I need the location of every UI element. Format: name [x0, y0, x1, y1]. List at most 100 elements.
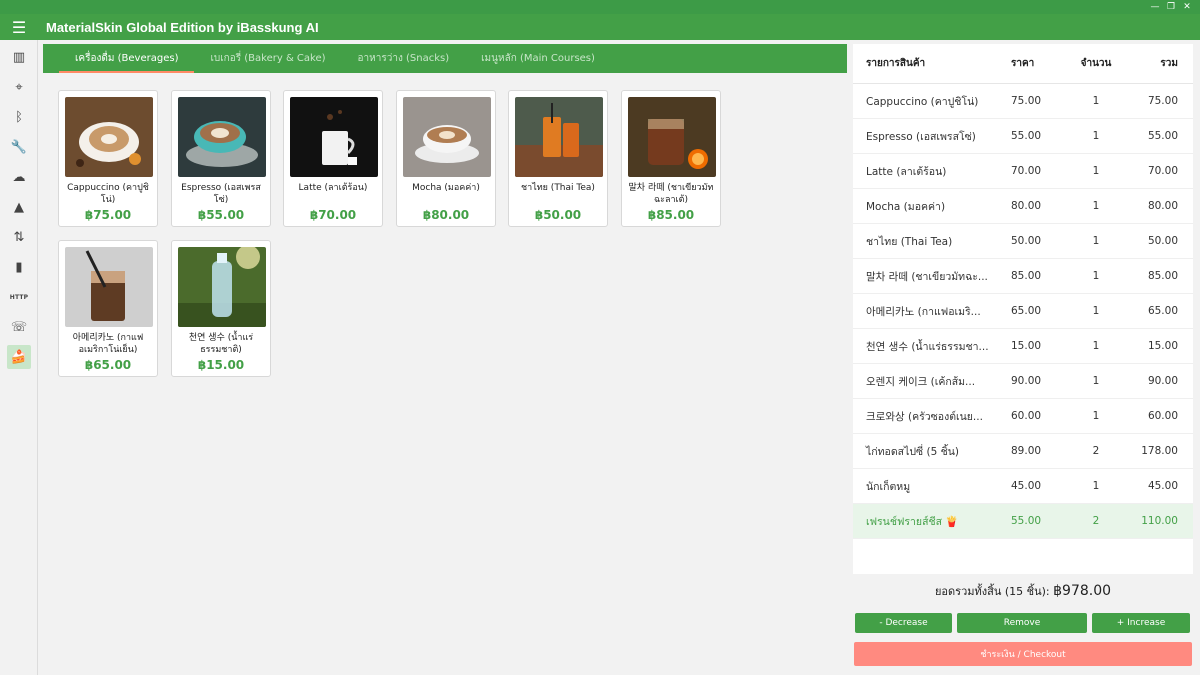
product-image [65, 247, 153, 327]
row-name: ชาไทย (Thai Tea) [866, 235, 953, 248]
row-total: 110.00 [1141, 515, 1178, 527]
product-image [515, 97, 603, 177]
table-row[interactable]: ชาไทย (Thai Tea) 50.00 1 50.00 [853, 224, 1193, 259]
product-price: ฿65.00 [84, 358, 132, 372]
cloud-upload-icon[interactable]: ☁ [0, 162, 38, 192]
table-row[interactable]: เฟรนช์ฟรายส์ชีส 🍟 55.00 2 110.00 [853, 504, 1193, 539]
table-row[interactable]: ไก่ทอดสไปซี่ (5 ชิ้น) 89.00 2 178.00 [853, 434, 1193, 469]
wrench-icon[interactable]: 🔧 [0, 132, 38, 162]
tab-0[interactable]: เครื่องดื่ม (Beverages) [59, 44, 195, 73]
row-total: 80.00 [1147, 200, 1178, 212]
row-qty: 1 [1092, 165, 1100, 177]
row-name: ไก่ทอดสไปซี่ (5 ชิ้น) [866, 445, 960, 458]
table-row[interactable]: 오렌지 케이크 (เค้กส้ม... 90.00 1 90.00 [853, 364, 1193, 399]
maximize-button[interactable]: ❐ [1164, 1, 1178, 13]
row-total: 65.00 [1147, 305, 1178, 317]
phone-icon[interactable]: ☏ [0, 312, 38, 342]
warning-icon-glyph: ▲ [14, 199, 24, 215]
minimize-button[interactable]: — [1148, 1, 1162, 13]
tab-1[interactable]: เบเกอรี่ (Bakery & Cake) [194, 44, 341, 73]
remove-button[interactable]: Remove [957, 613, 1087, 633]
product-image [178, 247, 266, 327]
row-price: 80.00 [1011, 200, 1042, 212]
row-name: 천연 생수 (น้ำแร่ธรรมชา... [866, 340, 989, 353]
table-row[interactable]: 크로와상 (ครัวซองต์เนย... 60.00 1 60.00 [853, 399, 1193, 434]
warning-icon[interactable]: ▲ [0, 192, 38, 222]
product-name: 천연 생수 (น้ำแร่ธรรมชาติ) [188, 333, 254, 355]
header-name: รายการสินค้า [866, 58, 926, 69]
bookmark-icon[interactable]: ▮ [0, 252, 38, 282]
table-row[interactable]: Mocha (มอคค่า) 80.00 1 80.00 [853, 189, 1193, 224]
tab-3[interactable]: เมนูหลัก (Main Courses) [465, 44, 611, 73]
product-card[interactable]: Latte (ลาเต้ร้อน) ฿70.00 [283, 90, 383, 227]
row-name: Cappuccino (คาปูชิโน่) [866, 95, 979, 108]
bluetooth-icon[interactable]: ᛒ [0, 102, 38, 132]
gps-icon[interactable]: ⌖ [0, 72, 38, 102]
decrease-button[interactable]: - Decrease [855, 613, 952, 633]
cart-summary: ยอดรวมทั้งสิ้น (15 ชิ้น): ฿978.00 [853, 582, 1193, 600]
bluetooth-icon-glyph: ᛒ [15, 109, 23, 125]
product-card[interactable]: 천연 생수 (น้ำแร่ธรรมชาติ) ฿15.00 [171, 240, 271, 377]
product-price: ฿50.00 [534, 208, 582, 222]
product-image [65, 97, 153, 177]
row-total: 55.00 [1147, 130, 1178, 142]
product-card[interactable]: 말차 라떼 (ชาเขียวมัทฉะลาเต้) ฿85.00 [621, 90, 721, 227]
row-name: 아메리카노 (กาแฟอเมริ... [866, 305, 981, 318]
category-tabs: เครื่องดื่ม (Beverages) เบเกอรี่ (Bakery … [43, 44, 847, 73]
nav-rail: ▥ ⌖ ᛒ 🔧 ☁ ▲ ⇅ ▮ HTTP ☏ 🍰 [0, 40, 38, 675]
table-row[interactable]: 천연 생수 (น้ำแร่ธรรมชา... 15.00 1 15.00 [853, 329, 1193, 364]
product-image [403, 97, 491, 177]
checkout-button[interactable]: ชำระเงิน / Checkout [854, 642, 1192, 666]
http-icon[interactable]: HTTP [0, 282, 38, 312]
window-controls: — ❐ ✕ [1148, 1, 1194, 13]
chart-icon[interactable]: ▥ [0, 42, 38, 72]
table-row[interactable]: Espresso (เอสเพรสโซ่) 55.00 1 55.00 [853, 119, 1193, 154]
http-icon-glyph: HTTP [9, 293, 29, 301]
table-row[interactable]: 말차 라떼 (ชาเขียวมัทฉะ... 85.00 1 85.00 [853, 259, 1193, 294]
close-button[interactable]: ✕ [1180, 1, 1194, 13]
row-name: 크로와상 (ครัวซองต์เนย... [866, 410, 983, 423]
app-bar: ☰ MaterialSkin Global Edition by iBassku… [0, 2, 1200, 40]
cloud-upload-icon-glyph: ☁ [12, 169, 26, 185]
row-qty: 1 [1092, 200, 1100, 212]
header-price: ราคา [1011, 58, 1035, 69]
row-qty: 2 [1092, 445, 1100, 457]
product-card[interactable]: Cappuccino (คาปูชิโน่) ฿75.00 [58, 90, 158, 227]
product-name: Cappuccino (คาปูชิโน่) [67, 183, 149, 205]
product-card[interactable]: Espresso (เอสเพรสโซ่) ฿55.00 [171, 90, 271, 227]
cake-icon[interactable]: 🍰 [0, 342, 38, 372]
product-name: Espresso (เอสเพรสโซ่) [181, 183, 261, 205]
row-total: 75.00 [1147, 95, 1178, 107]
product-price: ฿70.00 [309, 208, 357, 222]
swap-vertical-icon[interactable]: ⇅ [0, 222, 38, 252]
row-total: 50.00 [1147, 235, 1178, 247]
header-total: รวม [1160, 58, 1178, 69]
product-card[interactable]: Mocha (มอคค่า) ฿80.00 [396, 90, 496, 227]
increase-button[interactable]: + Increase [1092, 613, 1190, 633]
row-total: 60.00 [1147, 410, 1178, 422]
row-qty: 1 [1092, 95, 1100, 107]
table-row[interactable]: นักเก็ตหมู 45.00 1 45.00 [853, 469, 1193, 504]
product-price: ฿75.00 [84, 208, 132, 222]
product-card[interactable]: 아메리카노 (กาแฟอเมริกาโน่เย็น) ฿65.00 [58, 240, 158, 377]
row-total: 70.00 [1147, 165, 1178, 177]
product-price: ฿55.00 [197, 208, 245, 222]
row-qty: 1 [1092, 375, 1100, 387]
row-qty: 1 [1092, 270, 1100, 282]
tab-2[interactable]: อาหารว่าง (Snacks) [342, 44, 466, 73]
swap-vertical-icon-glyph: ⇅ [13, 229, 25, 245]
menu-icon[interactable]: ☰ [0, 14, 38, 40]
row-qty: 1 [1092, 410, 1100, 422]
header-qty: จำนวน [1080, 58, 1112, 69]
product-card[interactable]: ชาไทย (Thai Tea) ฿50.00 [508, 90, 608, 227]
row-price: 65.00 [1011, 305, 1042, 317]
table-row[interactable]: Latte (ลาเต้ร้อน) 70.00 1 70.00 [853, 154, 1193, 189]
product-price: ฿15.00 [197, 358, 245, 372]
cart-table: รายการสินค้า ราคา จำนวน รวม Cappuccino (… [853, 44, 1193, 574]
row-qty: 1 [1092, 480, 1100, 492]
row-total: 178.00 [1141, 445, 1178, 457]
table-row[interactable]: 아메리카노 (กาแฟอเมริ... 65.00 1 65.00 [853, 294, 1193, 329]
row-price: 89.00 [1011, 445, 1042, 457]
table-row[interactable]: Cappuccino (คาปูชิโน่) 75.00 1 75.00 [853, 84, 1193, 119]
row-name: 오렌지 케이크 (เค้กส้ม... [866, 375, 976, 388]
